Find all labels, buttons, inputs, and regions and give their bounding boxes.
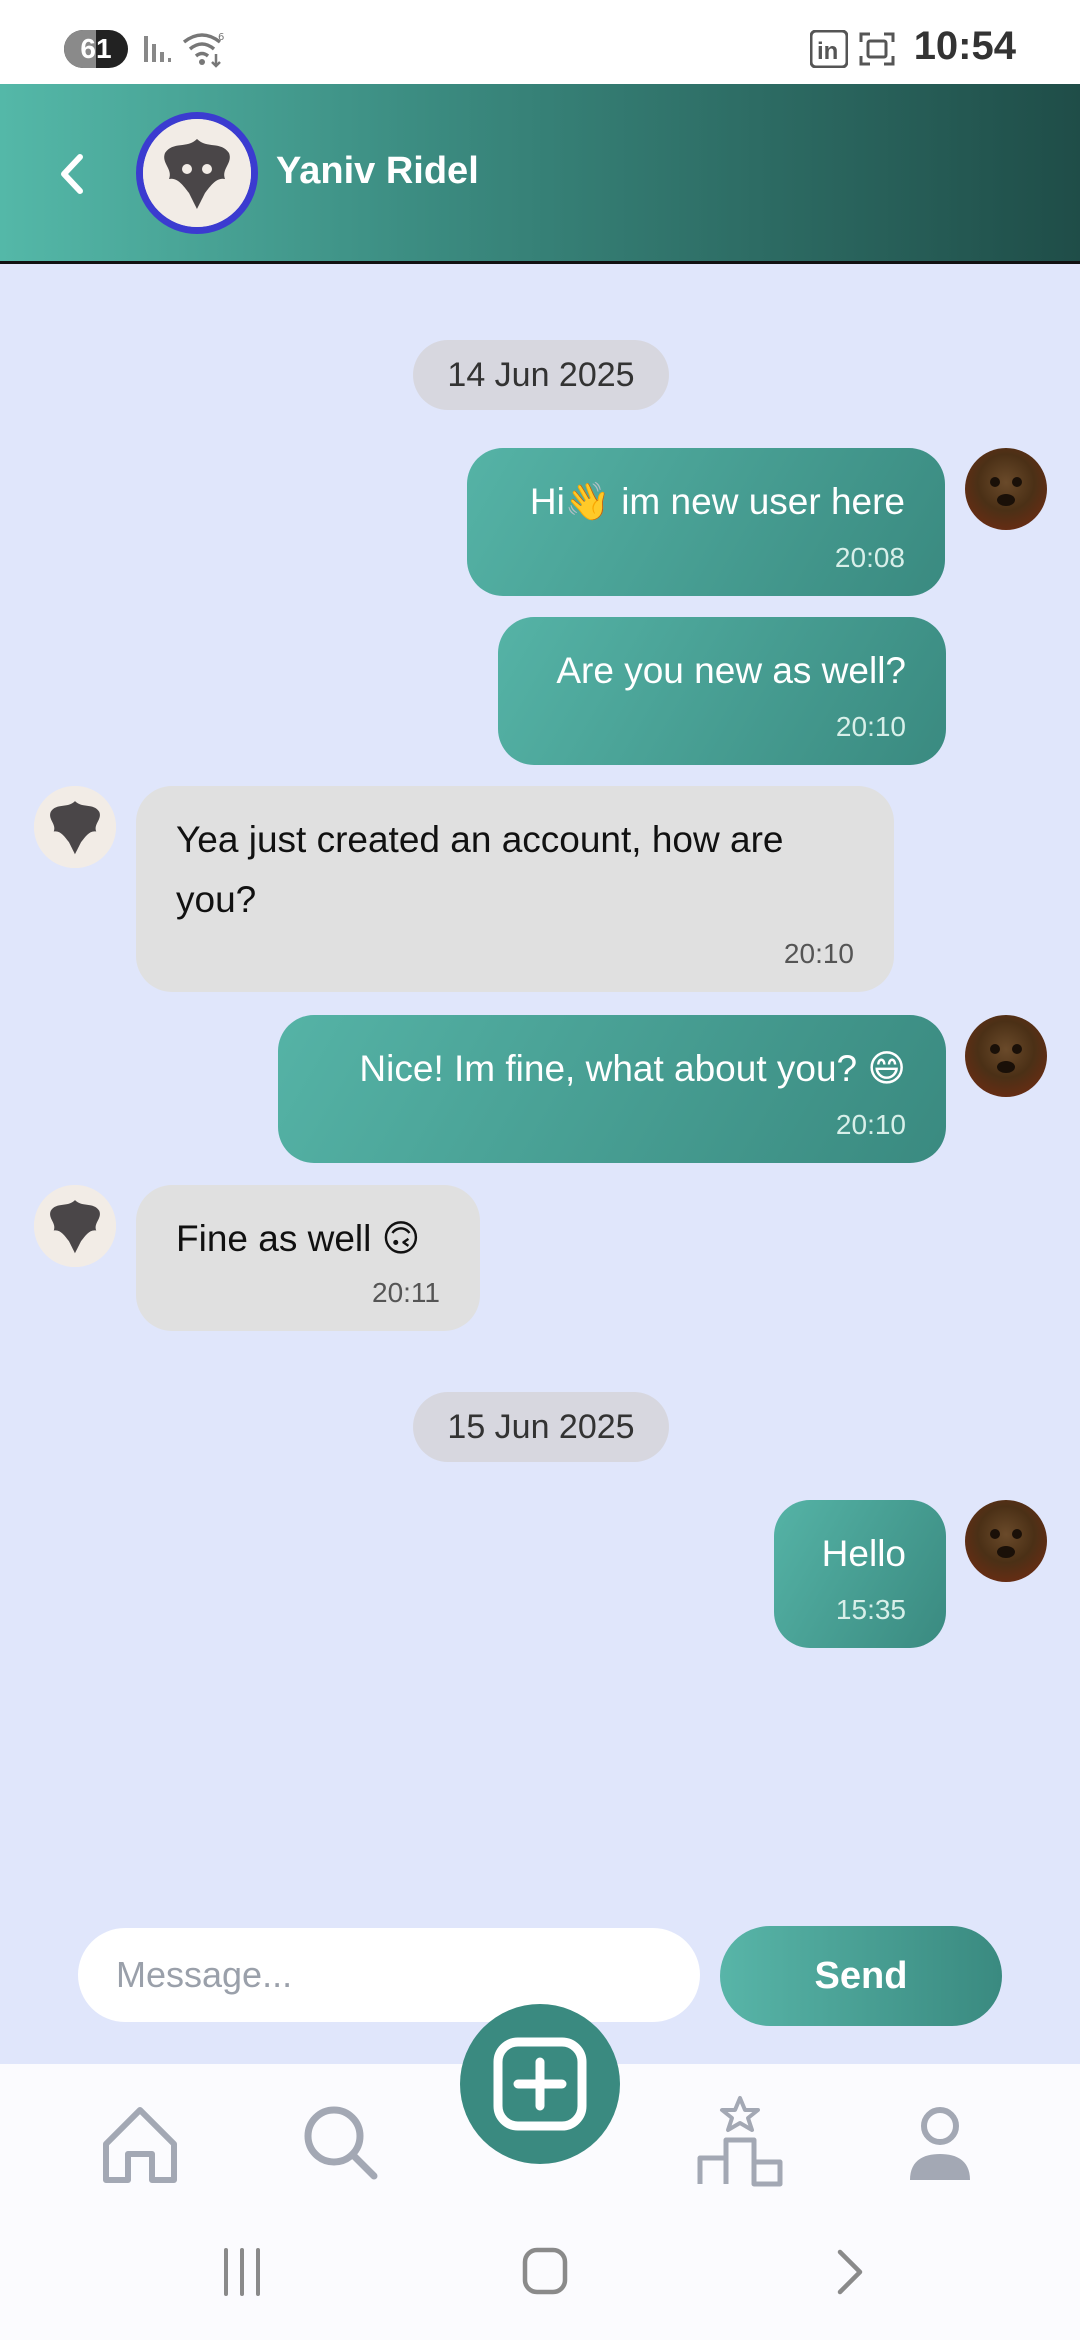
svg-text:in: in: [817, 38, 838, 65]
message-text: Hello: [821, 1533, 906, 1574]
status-time: 10:54: [913, 24, 1016, 68]
contact-avatar[interactable]: [136, 112, 258, 234]
date-separator: 15 Jun 2025: [413, 1392, 669, 1462]
outgoing-message[interactable]: Are you new as well? 20:10: [498, 617, 946, 765]
contact-message-avatar: [34, 786, 116, 868]
inkblot-avatar-image: [143, 119, 251, 227]
battery-level: 61: [80, 33, 112, 64]
back-arrow-icon[interactable]: [40, 139, 110, 209]
message-time: 20:08: [834, 542, 905, 573]
send-button[interactable]: Send: [720, 1926, 1002, 2026]
contact-name: Yaniv Ridel: [276, 150, 479, 192]
back-system-icon[interactable]: [808, 2232, 888, 2312]
profile-icon[interactable]: [890, 2092, 990, 2192]
message-text: Are you new as well?: [556, 650, 906, 691]
outgoing-message[interactable]: Nice! Im fine, what about you? 😄 20:10: [278, 1015, 946, 1163]
message-time: 20:10: [835, 1109, 906, 1140]
my-avatar: [965, 448, 1047, 530]
dog-avatar-image: [990, 1529, 1022, 1558]
status-bar: 61 6 in 10:54: [0, 0, 1080, 84]
battery-indicator: 61: [64, 30, 128, 68]
outgoing-message[interactable]: Hi👋 im new user here 20:08: [467, 448, 945, 596]
signal-icon: [144, 36, 171, 62]
inkblot-avatar-image: [34, 786, 116, 868]
my-avatar: [965, 1500, 1047, 1582]
home-icon[interactable]: [90, 2092, 190, 2192]
search-icon[interactable]: [290, 2092, 390, 2192]
message-time: 20:10: [835, 711, 906, 742]
message-text: Yea just created an account, how are you…: [176, 819, 784, 920]
message-time: 20:10: [783, 938, 854, 969]
linkedin-icon: in: [810, 30, 848, 68]
message-time: 20:11: [372, 1277, 440, 1308]
message-text: Hi👋 im new user here: [529, 481, 905, 522]
wifi-icon: 6: [182, 32, 224, 68]
incoming-message[interactable]: Yea just created an account, how are you…: [136, 786, 894, 992]
dog-avatar-image: [990, 1044, 1022, 1073]
dog-avatar-image: [990, 477, 1022, 506]
home-system-icon[interactable]: [505, 2232, 585, 2312]
date-separator: 14 Jun 2025: [413, 340, 669, 410]
message-text: Fine as well 🙃: [176, 1218, 421, 1259]
plus-square-icon: [493, 2037, 587, 2131]
my-avatar: [965, 1015, 1047, 1097]
add-post-button[interactable]: [460, 2004, 620, 2164]
incoming-message[interactable]: Fine as well 🙃 20:11: [136, 1185, 480, 1331]
chat-header: Yaniv Ridel: [0, 84, 1080, 264]
contact-message-avatar: [34, 1185, 116, 1267]
screenshot-icon: [859, 32, 895, 66]
svg-text:6: 6: [218, 32, 224, 43]
leaderboard-icon[interactable]: [690, 2092, 790, 2192]
message-time: 15:35: [835, 1594, 906, 1625]
outgoing-message[interactable]: Hello 15:35: [774, 1500, 946, 1648]
inkblot-avatar-image: [34, 1185, 116, 1267]
recent-apps-icon[interactable]: [202, 2232, 282, 2312]
message-text: Nice! Im fine, what about you? 😄: [359, 1048, 906, 1089]
